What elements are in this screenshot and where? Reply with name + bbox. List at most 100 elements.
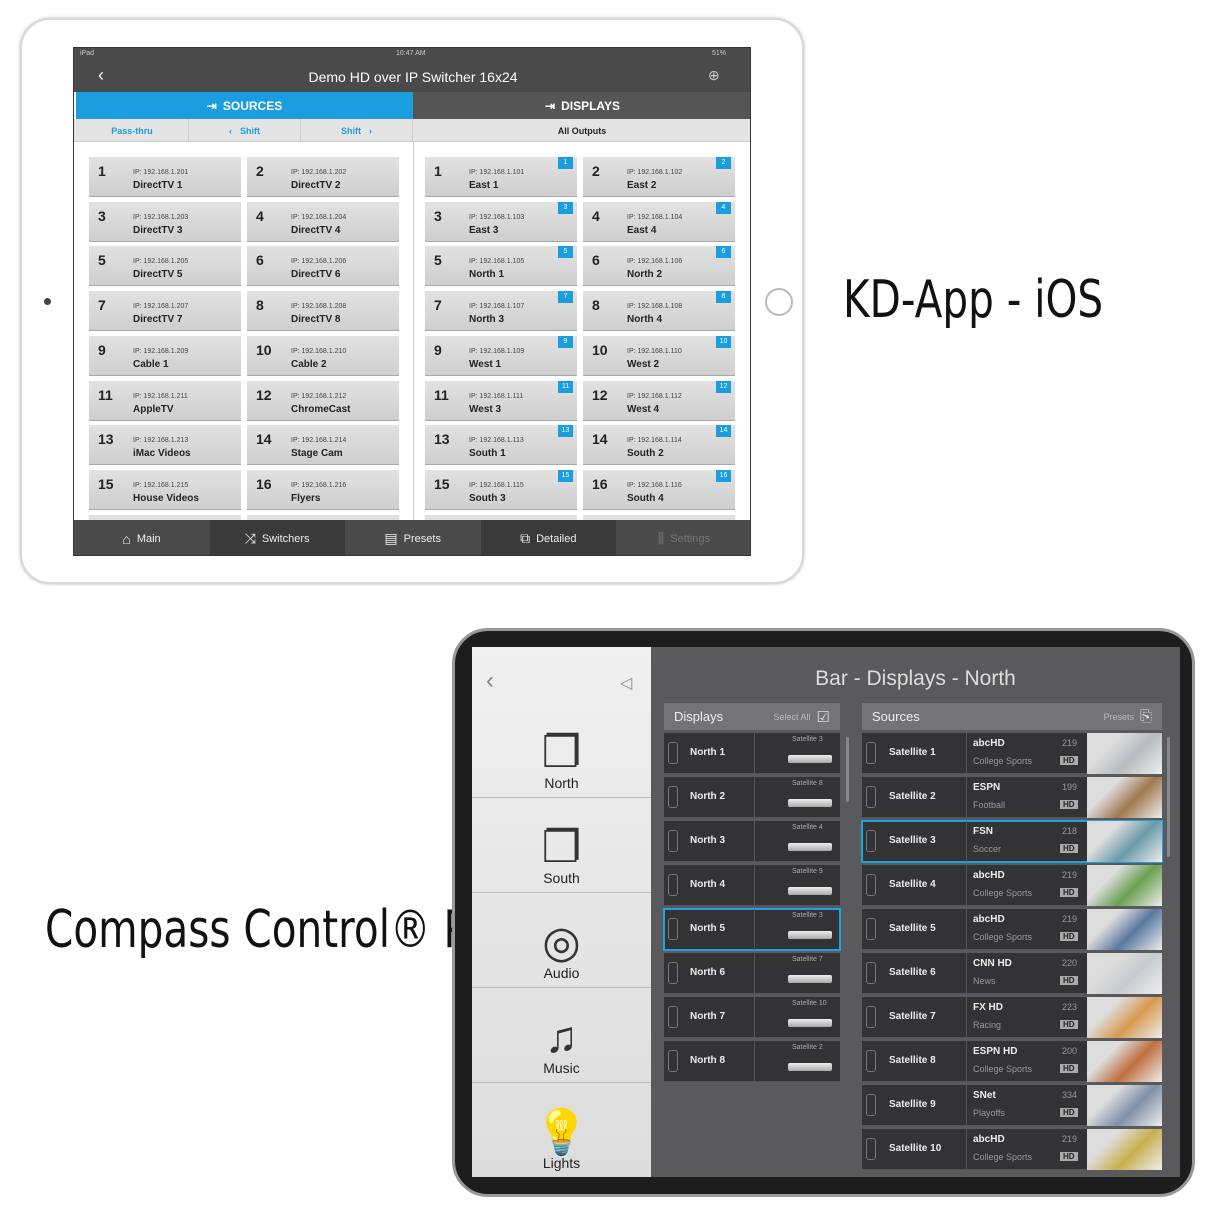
remote-icon[interactable]	[866, 874, 876, 896]
shift-right-button[interactable]: Shift ›	[301, 119, 413, 142]
display-tile[interactable]: 2 IP: 192.168.1.102 East 2 2	[583, 157, 735, 197]
display-tile[interactable]: 10 IP: 192.168.1.110 West 2 10	[583, 335, 735, 376]
remote-icon[interactable]	[668, 874, 678, 896]
source-tile[interactable]: 9 IP: 192.168.1.209 Cable 1	[89, 335, 241, 376]
sidebar-item-lights[interactable]: 💡 Lights	[472, 1083, 651, 1177]
pass-thru-button[interactable]: Pass-thru	[76, 119, 189, 142]
source-tile[interactable]: 12 IP: 192.168.1.212 ChromeCast	[247, 380, 399, 421]
source-tile[interactable]: 8 IP: 192.168.1.208 DirectTV 8	[247, 291, 399, 332]
home-button[interactable]	[765, 288, 793, 316]
remote-icon[interactable]	[866, 1006, 876, 1028]
sidebar-item-music[interactable]: ♫ Music	[472, 988, 651, 1083]
tab-displays[interactable]: ⇥ DISPLAYS	[413, 92, 750, 119]
all-outputs-button[interactable]: All Outputs	[413, 119, 750, 142]
remote-icon[interactable]	[668, 742, 678, 764]
display-row[interactable]: North 5 Satellite 3	[663, 908, 841, 951]
source-row[interactable]: Satellite 10 abcHD College Sports 219 HD	[862, 1129, 1162, 1170]
display-tile[interactable]: 3 IP: 192.168.1.103 East 3 3	[425, 201, 577, 242]
back-icon[interactable]: ‹	[486, 667, 494, 695]
remote-icon[interactable]	[866, 962, 876, 984]
source-row[interactable]: Satellite 8 ESPN HD College Sports 200 HD	[862, 1041, 1162, 1082]
tab-presets[interactable]: ▤ Presets	[345, 520, 480, 555]
tab-main[interactable]: ⌂ Main	[74, 520, 209, 555]
add-comment-icon[interactable]: ⊕	[708, 67, 720, 84]
display-row[interactable]: North 8 Satellite 2	[664, 1041, 840, 1082]
display-tile[interactable]: 15 IP: 192.168.1.115 South 3 15	[425, 469, 577, 510]
output-badge: 10	[716, 335, 731, 348]
sidebar-label: Audio	[543, 965, 580, 981]
source-tile[interactable]: 2 IP: 192.168.1.202 DirectTV 2	[247, 157, 399, 197]
display-tile[interactable]: 13 IP: 192.168.1.113 South 1 13	[425, 425, 577, 466]
shift-left-button[interactable]: ‹ Shift	[189, 119, 301, 142]
bookmark-icon[interactable]: ⎘	[1140, 708, 1152, 725]
display-tile[interactable]: 12 IP: 192.168.1.112 West 4 12	[583, 380, 735, 421]
display-tile[interactable]: 11 IP: 192.168.1.111 West 3 11	[425, 380, 577, 421]
sidebar-item-south[interactable]: ❐ South	[472, 798, 651, 893]
display-row[interactable]: North 3 Satellite 4	[664, 821, 840, 862]
sidebar-item-north[interactable]: ❐ North	[472, 703, 651, 798]
source-row[interactable]: Satellite 5 abcHD College Sports 219 HD	[862, 909, 1162, 950]
source-tile[interactable]: 11 IP: 192.168.1.211 AppleTV	[89, 380, 241, 421]
source-row[interactable]: Satellite 4 abcHD College Sports 219 HD	[862, 865, 1162, 906]
display-tile[interactable]: 7 IP: 192.168.1.107 North 3 7	[425, 291, 577, 332]
display-tile[interactable]: 4 IP: 192.168.1.104 East 4 4	[583, 201, 735, 242]
channel-name: abcHD	[973, 738, 1005, 749]
display-tile[interactable]: 6 IP: 192.168.1.106 North 2 6	[583, 246, 735, 287]
remote-icon[interactable]	[866, 1050, 876, 1072]
display-tile[interactable]: 5 IP: 192.168.1.105 North 1 5	[425, 246, 577, 287]
tab-switchers[interactable]: ⤨ Switchers	[209, 520, 345, 555]
source-tile[interactable]: 6 IP: 192.168.1.206 DirectTV 6	[247, 246, 399, 287]
display-tile[interactable]: 16 IP: 192.168.1.116 South 4 16	[583, 469, 735, 510]
select-all-button[interactable]: Select All	[774, 712, 811, 722]
sidebar-item-audio[interactable]: ◎ Audio	[472, 893, 651, 988]
remote-icon[interactable]	[668, 830, 678, 852]
display-row[interactable]: North 6 Satellite 7	[664, 953, 840, 994]
remote-icon[interactable]	[668, 962, 678, 984]
remote-icon[interactable]	[866, 786, 876, 808]
source-tile[interactable]: 16 IP: 192.168.1.216 Flyers	[247, 469, 399, 510]
display-row[interactable]: North 7 Satellite 10	[664, 997, 840, 1038]
source-tile[interactable]: 5 IP: 192.168.1.205 DirectTV 5	[89, 246, 241, 287]
source-row[interactable]: Satellite 6 CNN HD News 220 HD	[862, 953, 1162, 994]
source-tile[interactable]: 10 IP: 192.168.1.210 Cable 2	[247, 335, 399, 376]
display-tile[interactable]: 8 IP: 192.168.1.108 North 4 8	[583, 291, 735, 332]
display-tile[interactable]: 9 IP: 192.168.1.109 West 1 9	[425, 335, 577, 376]
remote-icon[interactable]	[668, 786, 678, 808]
source-row[interactable]: Satellite 2 ESPN Football 199 HD	[862, 777, 1162, 818]
remote-icon[interactable]	[866, 1138, 876, 1160]
sources-scrollbar[interactable]	[1167, 737, 1170, 857]
source-tile[interactable]: 7 IP: 192.168.1.207 DirectTV 7	[89, 291, 241, 332]
source-tile[interactable]: 14 IP: 192.168.1.214 Stage Cam	[247, 425, 399, 466]
source-row[interactable]: Satellite 9 SNet Playoffs 334 HD	[862, 1085, 1162, 1126]
remote-icon[interactable]	[866, 830, 876, 852]
source-row[interactable]: Satellite 7 FX HD Racing 223 HD	[862, 997, 1162, 1038]
display-row[interactable]: North 1 Satellite 3	[664, 733, 840, 774]
remote-icon[interactable]	[668, 918, 678, 940]
tile-number: 14	[256, 431, 272, 448]
source-tile[interactable]: 1 IP: 192.168.1.201 DirectTV 1	[89, 157, 241, 197]
displays-scrollbar[interactable]	[846, 737, 849, 802]
checkbox-icon[interactable]: ☑	[817, 708, 830, 726]
presets-button[interactable]: Presets	[1103, 712, 1134, 722]
ip-address: IP: 192.168.1.115	[469, 481, 524, 489]
remote-icon[interactable]	[866, 1094, 876, 1116]
tab-sources[interactable]: ⇥ SOURCES	[76, 92, 413, 119]
remote-icon[interactable]	[866, 918, 876, 940]
remote-icon[interactable]	[668, 1050, 678, 1072]
ip-address: IP: 192.168.1.211	[133, 392, 188, 400]
display-row[interactable]: North 2 Satellite 8	[664, 777, 840, 818]
source-tile[interactable]: 4 IP: 192.168.1.204 DirectTV 4	[247, 201, 399, 242]
source-row[interactable]: Satellite 3 FSN Soccer 218 HD	[861, 820, 1163, 863]
source-row[interactable]: Satellite 1 abcHD College Sports 219 HD	[862, 733, 1162, 774]
tile-number: 1	[98, 163, 106, 179]
remote-icon[interactable]	[866, 742, 876, 764]
volume-icon[interactable]: ◁	[620, 673, 632, 693]
display-tile[interactable]: 1 IP: 192.168.1.101 East 1 1	[425, 157, 577, 197]
display-tile[interactable]: 14 IP: 192.168.1.114 South 2 14	[583, 425, 735, 466]
source-tile[interactable]: 15 IP: 192.168.1.215 House Videos	[89, 469, 241, 510]
tab-detailed[interactable]: ⧉ Detailed	[480, 520, 616, 555]
source-tile[interactable]: 3 IP: 192.168.1.203 DirectTV 3	[89, 201, 241, 242]
source-tile[interactable]: 13 IP: 192.168.1.213 iMac Videos	[89, 425, 241, 466]
display-row[interactable]: North 4 Satellite 9	[664, 865, 840, 906]
remote-icon[interactable]	[668, 1006, 678, 1028]
